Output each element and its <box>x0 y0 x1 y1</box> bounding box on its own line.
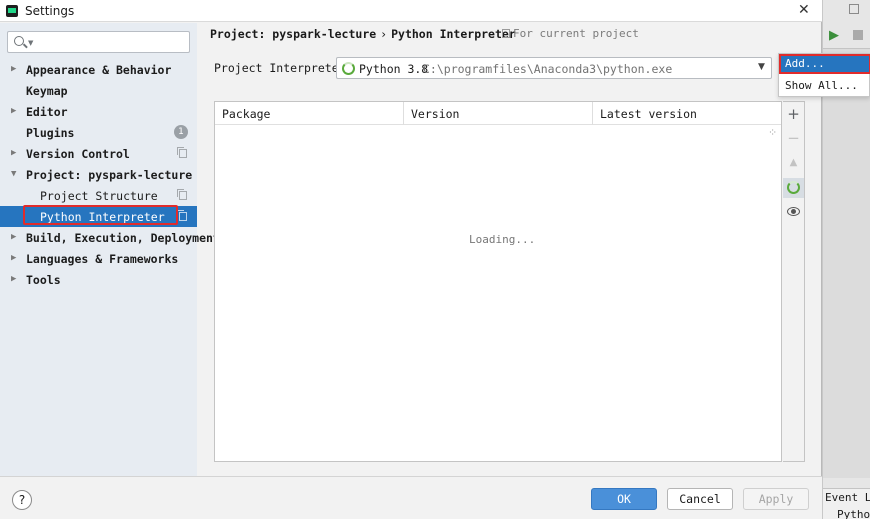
breadcrumb-separator: › <box>380 27 388 41</box>
sidebar-item-languages-frameworks[interactable]: ▶ Languages & Frameworks <box>0 248 197 269</box>
settings-dialog: Settings ✕ ▼ ▶ Appearance & Behavior Key… <box>0 0 822 519</box>
project-scope-icon <box>502 29 510 38</box>
title-bar: Settings ✕ <box>0 0 822 22</box>
project-interpreter-label: Project Interpreter: <box>214 61 353 75</box>
sidebar-item-label: Appearance & Behavior <box>26 63 172 77</box>
table-header: Package Version Latest version <box>215 102 781 125</box>
sidebar-item-keymap[interactable]: Keymap <box>0 80 197 101</box>
expand-arrow-icon[interactable]: ▶ <box>11 106 16 116</box>
loading-spinner-icon <box>342 62 355 75</box>
packages-toolbar: + − ▲ <box>783 101 805 462</box>
project-scope-icon <box>177 189 187 200</box>
sidebar-item-project[interactable]: ▼ Project: pyspark-lecture <box>0 164 197 185</box>
breadcrumb-project: Project: pyspark-lecture <box>210 27 377 41</box>
column-header-package[interactable]: Package <box>215 102 404 125</box>
menu-item-add[interactable]: Add... <box>779 54 870 74</box>
expand-arrow-icon[interactable]: ▶ <box>11 148 16 158</box>
expand-arrow-icon[interactable]: ▶ <box>11 232 16 242</box>
sidebar-item-tools[interactable]: ▶ Tools <box>0 269 197 290</box>
updates-count-badge: 1 <box>174 125 188 139</box>
uninstall-package-button[interactable]: − <box>783 128 804 148</box>
ide-bottom-bar: Event Lo Python <box>823 488 870 519</box>
ide-side-panel <box>823 48 870 478</box>
dialog-footer: ? OK Cancel Apply <box>0 476 822 519</box>
scope-hint: For current project <box>502 27 639 40</box>
interpreter-name: Python 3.8 <box>359 62 429 76</box>
sidebar-item-label: Tools <box>26 273 61 287</box>
expand-arrow-icon[interactable]: ▶ <box>11 253 16 263</box>
help-button[interactable]: ? <box>12 490 32 510</box>
breadcrumb: Project: pyspark-lecture › Python Interpre… <box>210 27 516 41</box>
sidebar-item-plugins[interactable]: Plugins 1 <box>0 122 197 143</box>
close-icon[interactable]: ✕ <box>798 2 810 18</box>
sidebar-item-project-structure[interactable]: Project Structure <box>0 185 197 206</box>
loading-status: Loading... <box>469 233 536 246</box>
python-console-tab[interactable]: Python <box>837 508 870 519</box>
sidebar-item-label: Project: pyspark-lecture <box>26 168 193 182</box>
sidebar-item-appearance-behavior[interactable]: ▶ Appearance & Behavior <box>0 59 197 80</box>
expand-arrow-icon[interactable]: ▶ <box>11 274 16 284</box>
window-title: Settings <box>25 4 75 18</box>
chevron-down-icon[interactable]: ▼ <box>758 62 765 72</box>
event-log-tab[interactable]: Event Lo <box>825 491 870 504</box>
expand-arrow-icon[interactable]: ▶ <box>11 64 16 74</box>
busy-indicator-icon: ⁘ <box>768 126 778 139</box>
search-history-dropdown-icon[interactable]: ▼ <box>28 39 33 47</box>
highlight-annotation <box>23 205 178 225</box>
project-scope-icon <box>177 147 187 158</box>
reload-packages-button[interactable] <box>783 178 804 198</box>
restore-window-icon[interactable] <box>849 4 859 14</box>
settings-sidebar: ▼ ▶ Appearance & Behavior Keymap ▶ Edito… <box>0 23 220 476</box>
ok-button[interactable]: OK <box>591 488 657 510</box>
scope-hint-label: For current project <box>513 27 639 40</box>
sidebar-item-version-control[interactable]: ▶ Version Control <box>0 143 197 164</box>
breadcrumb-page: Python Interpreter <box>391 27 516 41</box>
column-header-version[interactable]: Version <box>404 102 593 125</box>
apply-button[interactable]: Apply <box>743 488 809 510</box>
show-early-releases-button[interactable] <box>783 202 804 222</box>
sidebar-item-label: Project Structure <box>40 189 158 203</box>
sidebar-item-editor[interactable]: ▶ Editor <box>0 101 197 122</box>
settings-search-box[interactable]: ▼ <box>7 31 190 53</box>
sidebar-item-build-execution-deployment[interactable]: ▶ Build, Execution, Deployment <box>0 227 220 248</box>
run-icon[interactable]: ▶ <box>829 28 839 43</box>
settings-search-input[interactable] <box>36 34 186 50</box>
eye-icon <box>787 207 800 216</box>
search-icon <box>14 36 24 46</box>
sidebar-item-label: Editor <box>26 105 68 119</box>
project-scope-icon <box>177 210 187 221</box>
refresh-spinner-icon <box>787 181 800 194</box>
collapse-arrow-icon[interactable]: ▼ <box>11 169 16 179</box>
sidebar-item-label: Plugins <box>26 126 75 140</box>
column-header-latest-version[interactable]: Latest version <box>593 102 781 125</box>
sidebar-item-label: Build, Execution, Deployment <box>26 231 220 245</box>
interpreter-path: C:\programfiles\Anaconda3\python.exe <box>423 62 673 76</box>
pycharm-logo-icon <box>6 5 18 17</box>
sidebar-item-label: Keymap <box>26 84 68 98</box>
project-interpreter-select[interactable]: Python 3.8 C:\programfiles\Anaconda3\pyt… <box>336 57 772 79</box>
sidebar-item-label: Languages & Frameworks <box>26 252 179 266</box>
upgrade-package-button[interactable]: ▲ <box>783 153 804 173</box>
stop-icon[interactable] <box>853 30 863 40</box>
install-package-button[interactable]: + <box>783 104 804 124</box>
menu-item-show-all[interactable]: Show All... <box>779 76 870 96</box>
packages-table[interactable]: Package Version Latest version ⁘ Loading… <box>214 101 782 462</box>
interpreter-gear-menu: Add... Show All... <box>778 53 870 97</box>
sidebar-item-label: Version Control <box>26 147 130 161</box>
cancel-button[interactable]: Cancel <box>667 488 733 510</box>
